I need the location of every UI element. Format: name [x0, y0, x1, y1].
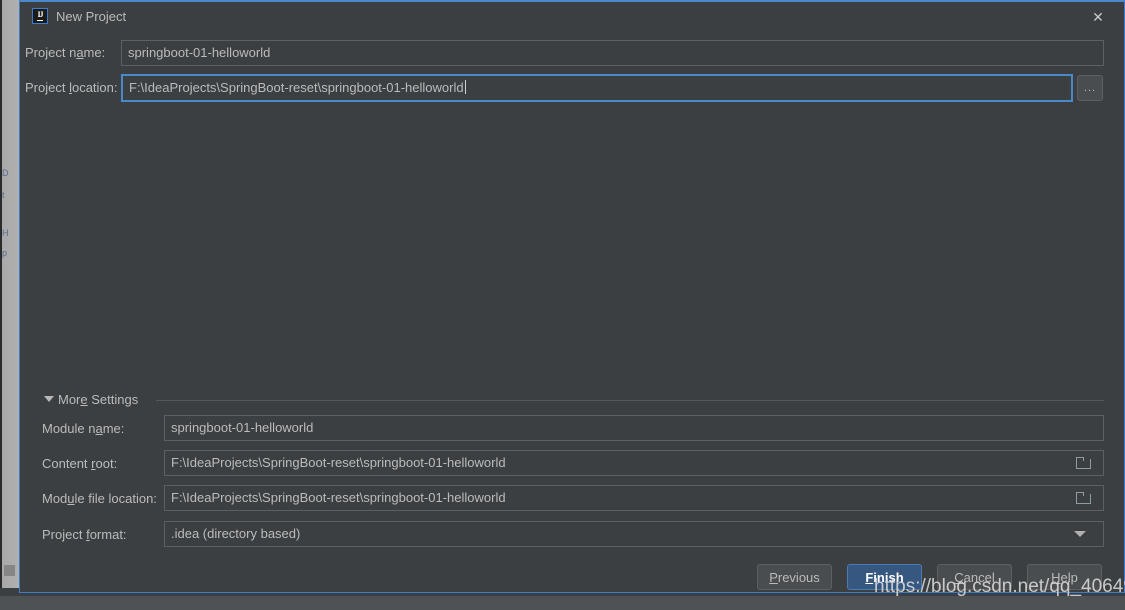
- background-strip-fragment-2: t: [2, 190, 5, 200]
- project-format-label: Project format:: [42, 527, 127, 542]
- watermark-url: https://blog.csdn.net/qq_40649503: [874, 576, 1125, 597]
- project-format-select[interactable]: .idea (directory based): [164, 521, 1104, 547]
- background-strip-fragment-4: p: [2, 248, 8, 258]
- content-root-label: Content root:: [42, 456, 118, 471]
- background-strip-fragment-1: D: [2, 168, 9, 178]
- content-root-folder-icon[interactable]: [1076, 457, 1091, 469]
- project-location-input[interactable]: F:\IdeaProjects\SpringBoot-reset\springb…: [121, 74, 1073, 102]
- more-settings-triangle-down-icon[interactable]: [44, 396, 54, 402]
- background-strip-inner: [0, 0, 20, 592]
- module-file-location-label: Module file location:: [42, 491, 157, 506]
- module-file-location-input[interactable]: F:\IdeaProjects\SpringBoot-reset\springb…: [164, 485, 1104, 511]
- intellij-idea-logo-icon: IJ: [32, 8, 48, 24]
- project-name-label: Project name:: [25, 45, 106, 60]
- screen: D t H p ▦ springboot_09_test IJ New Proj…: [0, 0, 1125, 610]
- dialog-titlebar: IJ New Project ✕: [20, 2, 1124, 32]
- text-caret: [464, 80, 466, 94]
- module-name-label: Module name:: [42, 421, 125, 436]
- previous-button[interactable]: Previous: [757, 564, 832, 590]
- project-name-input[interactable]: springboot-01-helloworld: [121, 40, 1104, 66]
- project-location-browse-button[interactable]: ...: [1077, 75, 1103, 101]
- new-project-dialog: IJ New Project ✕ Project name: springboo…: [19, 0, 1125, 593]
- background-strip-fragment-3: H: [2, 228, 9, 238]
- ellipsis-icon: ...: [1083, 82, 1097, 94]
- project-format-chevron-down-icon[interactable]: [1074, 531, 1086, 537]
- module-file-location-folder-icon[interactable]: [1076, 492, 1091, 504]
- more-settings-separator: [156, 400, 1104, 401]
- content-root-input[interactable]: F:\IdeaProjects\SpringBoot-reset\springb…: [164, 450, 1104, 476]
- background-strip-icon: [4, 565, 15, 576]
- module-name-input[interactable]: springboot-01-helloworld: [164, 415, 1104, 441]
- more-settings-label[interactable]: More Settings: [58, 391, 138, 408]
- close-icon[interactable]: ✕: [1080, 4, 1116, 30]
- dialog-title: New Project: [56, 9, 127, 24]
- project-location-label: Project location:: [25, 80, 118, 95]
